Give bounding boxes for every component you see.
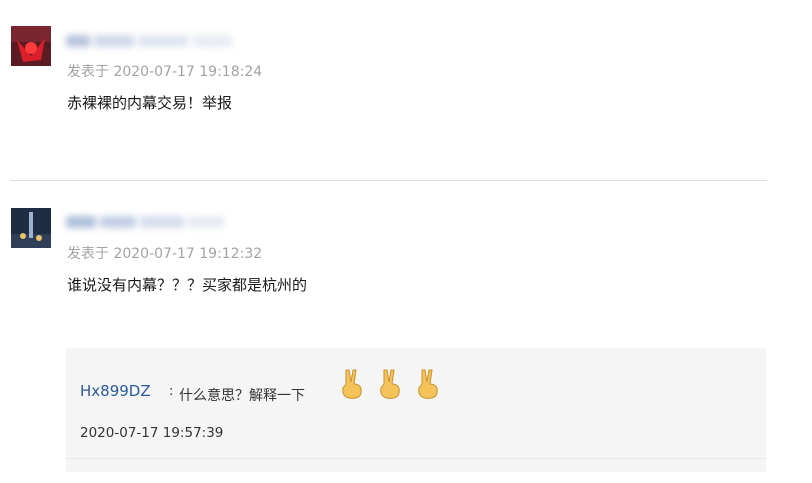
reply-username[interactable]: Hx899DZ [80,382,151,400]
comment-text: 赤裸裸的内幕交易！举报 [67,94,233,112]
victory-hand-icon [418,369,438,399]
post-timestamp: 2020-07-17 19:12:32 [113,246,263,262]
avatar-icon [11,208,51,248]
posted-label: 发表于 [67,64,109,80]
avatar-icon [11,26,51,66]
divider [66,458,766,459]
divider [10,180,767,181]
avatar[interactable] [11,26,51,66]
victory-hand-icon [380,369,400,399]
post-meta: 发表于 2020-07-17 19:18:24 [67,61,262,81]
username-redacted[interactable] [66,213,236,231]
post-meta: 发表于 2020-07-17 19:12:32 [67,243,262,263]
reply-box: Hx899DZ : 什么意思？解释一下 2020-07-17 19:57:39 [66,348,766,472]
posted-label: 发表于 [67,246,109,262]
comment-text: 谁说没有内幕？？？买家都是杭州的 [67,276,308,294]
post-timestamp: 2020-07-17 19:18:24 [113,64,263,80]
reply-separator: : [169,384,174,399]
reply-timestamp: 2020-07-17 19:57:39 [80,425,224,441]
avatar[interactable] [11,208,51,248]
username-redacted[interactable] [66,32,246,50]
victory-hand-icon [342,369,362,399]
reply-text: 什么意思？解释一下 [179,388,305,404]
